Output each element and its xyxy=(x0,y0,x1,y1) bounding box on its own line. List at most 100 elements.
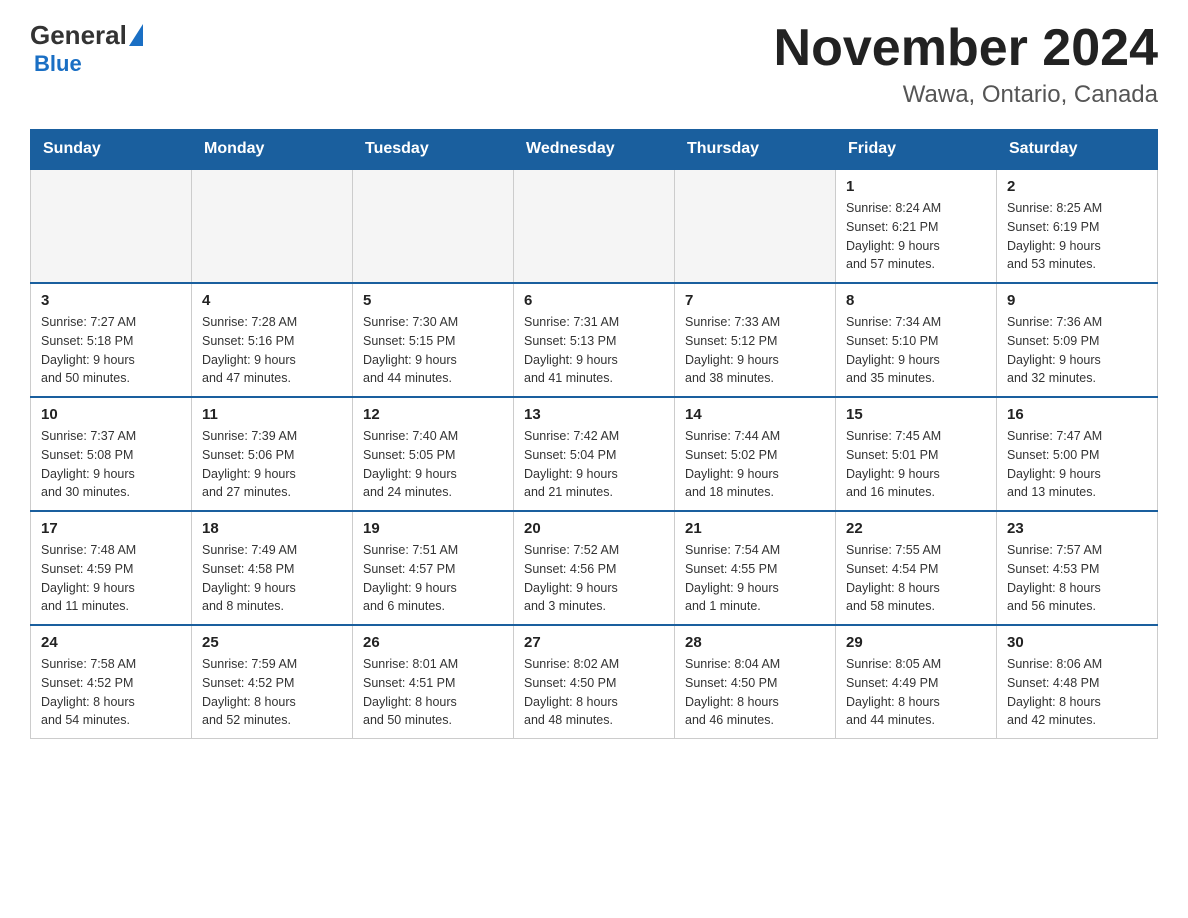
calendar-day-header: Tuesday xyxy=(353,130,514,170)
day-number: 29 xyxy=(846,634,986,651)
day-info: Sunrise: 8:04 AMSunset: 4:50 PMDaylight:… xyxy=(685,655,825,730)
day-info: Sunrise: 7:58 AMSunset: 4:52 PMDaylight:… xyxy=(41,655,181,730)
calendar-day-cell: 12 Sunrise: 7:40 AMSunset: 5:05 PMDayligh… xyxy=(353,397,514,511)
calendar-week-row: 24 Sunrise: 7:58 AMSunset: 4:52 PMDayligh… xyxy=(31,625,1158,739)
title-block: November 2024 Wawa, Ontario, Canada xyxy=(774,20,1158,109)
calendar-day-cell: 6 Sunrise: 7:31 AMSunset: 5:13 PMDaylight… xyxy=(514,283,675,397)
calendar-week-row: 17 Sunrise: 7:48 AMSunset: 4:59 PMDayligh… xyxy=(31,511,1158,625)
day-info: Sunrise: 7:54 AMSunset: 4:55 PMDaylight:… xyxy=(685,541,825,616)
day-info: Sunrise: 7:45 AMSunset: 5:01 PMDaylight:… xyxy=(846,427,986,502)
calendar-day-cell: 2Sunrise: 8:25 AMSunset: 6:19 PMDaylight… xyxy=(997,169,1158,283)
day-number: 18 xyxy=(202,520,342,537)
day-info: Sunrise: 7:36 AMSunset: 5:09 PMDaylight:… xyxy=(1007,313,1147,388)
calendar-day-cell: 7 Sunrise: 7:33 AMSunset: 5:12 PMDaylight… xyxy=(675,283,836,397)
day-number: 12 xyxy=(363,406,503,423)
logo: General Blue xyxy=(30,20,143,77)
calendar-day-cell: 10 Sunrise: 7:37 AMSunset: 5:08 PMDayligh… xyxy=(31,397,192,511)
calendar-day-cell: 18 Sunrise: 7:49 AMSunset: 4:58 PMDayligh… xyxy=(192,511,353,625)
calendar-day-cell xyxy=(514,169,675,283)
calendar-day-cell: 25Sunrise: 7:59 AMSunset: 4:52 PMDayligh… xyxy=(192,625,353,739)
day-number: 10 xyxy=(41,406,181,423)
calendar-week-row: 10 Sunrise: 7:37 AMSunset: 5:08 PMDayligh… xyxy=(31,397,1158,511)
calendar-day-header: Monday xyxy=(192,130,353,170)
calendar-day-cell: 20 Sunrise: 7:52 AMSunset: 4:56 PMDayligh… xyxy=(514,511,675,625)
calendar-day-header: Saturday xyxy=(997,130,1158,170)
logo-blue-text: Blue xyxy=(34,51,143,77)
logo-triangle-icon xyxy=(129,24,143,46)
day-info: Sunrise: 7:55 AMSunset: 4:54 PMDaylight:… xyxy=(846,541,986,616)
day-info: Sunrise: 7:28 AMSunset: 5:16 PMDaylight:… xyxy=(202,313,342,388)
day-number: 16 xyxy=(1007,406,1147,423)
calendar-day-cell: 28 Sunrise: 8:04 AMSunset: 4:50 PMDayligh… xyxy=(675,625,836,739)
calendar-day-cell: 15 Sunrise: 7:45 AMSunset: 5:01 PMDayligh… xyxy=(836,397,997,511)
calendar-day-cell: 22 Sunrise: 7:55 AMSunset: 4:54 PMDayligh… xyxy=(836,511,997,625)
day-info: Sunrise: 8:01 AMSunset: 4:51 PMDaylight:… xyxy=(363,655,503,730)
day-number: 13 xyxy=(524,406,664,423)
calendar-day-cell xyxy=(192,169,353,283)
day-info: Sunrise: 7:42 AMSunset: 5:04 PMDaylight:… xyxy=(524,427,664,502)
calendar-week-row: 3 Sunrise: 7:27 AMSunset: 5:18 PMDaylight… xyxy=(31,283,1158,397)
page-title: November 2024 xyxy=(774,20,1158,77)
day-number: 4 xyxy=(202,292,342,309)
day-number: 28 xyxy=(685,634,825,651)
day-number: 26 xyxy=(363,634,503,651)
day-number: 7 xyxy=(685,292,825,309)
page-header: General Blue November 2024 Wawa, Ontario… xyxy=(30,20,1158,109)
day-number: 22 xyxy=(846,520,986,537)
day-number: 11 xyxy=(202,406,342,423)
day-info: Sunrise: 7:51 AMSunset: 4:57 PMDaylight:… xyxy=(363,541,503,616)
day-info: Sunrise: 7:52 AMSunset: 4:56 PMDaylight:… xyxy=(524,541,664,616)
day-info: Sunrise: 7:27 AMSunset: 5:18 PMDaylight:… xyxy=(41,313,181,388)
calendar-week-row: 1Sunrise: 8:24 AMSunset: 6:21 PMDaylight… xyxy=(31,169,1158,283)
calendar-day-cell: 5Sunrise: 7:30 AMSunset: 5:15 PMDaylight… xyxy=(353,283,514,397)
calendar-day-cell: 9Sunrise: 7:36 AMSunset: 5:09 PMDaylight… xyxy=(997,283,1158,397)
page-subtitle: Wawa, Ontario, Canada xyxy=(774,81,1158,109)
calendar-header-row: SundayMondayTuesdayWednesdayThursdayFrid… xyxy=(31,130,1158,170)
calendar-day-header: Thursday xyxy=(675,130,836,170)
day-info: Sunrise: 7:33 AMSunset: 5:12 PMDaylight:… xyxy=(685,313,825,388)
day-number: 20 xyxy=(524,520,664,537)
calendar-day-cell: 21 Sunrise: 7:54 AMSunset: 4:55 PMDayligh… xyxy=(675,511,836,625)
day-info: Sunrise: 7:40 AMSunset: 5:05 PMDaylight:… xyxy=(363,427,503,502)
calendar-day-cell: 14Sunrise: 7:44 AMSunset: 5:02 PMDayligh… xyxy=(675,397,836,511)
day-info: Sunrise: 8:06 AMSunset: 4:48 PMDaylight:… xyxy=(1007,655,1147,730)
day-number: 2 xyxy=(1007,178,1147,195)
calendar-day-header: Sunday xyxy=(31,130,192,170)
day-number: 15 xyxy=(846,406,986,423)
calendar-day-cell xyxy=(31,169,192,283)
day-number: 17 xyxy=(41,520,181,537)
day-number: 25 xyxy=(202,634,342,651)
day-number: 8 xyxy=(846,292,986,309)
day-info: Sunrise: 7:31 AMSunset: 5:13 PMDaylight:… xyxy=(524,313,664,388)
day-number: 6 xyxy=(524,292,664,309)
calendar-day-cell: 30Sunrise: 8:06 AMSunset: 4:48 PMDayligh… xyxy=(997,625,1158,739)
day-number: 27 xyxy=(524,634,664,651)
calendar-day-cell: 24 Sunrise: 7:58 AMSunset: 4:52 PMDayligh… xyxy=(31,625,192,739)
calendar-day-cell xyxy=(353,169,514,283)
day-info: Sunrise: 7:47 AMSunset: 5:00 PMDaylight:… xyxy=(1007,427,1147,502)
day-info: Sunrise: 7:49 AMSunset: 4:58 PMDaylight:… xyxy=(202,541,342,616)
day-number: 1 xyxy=(846,178,986,195)
calendar-day-cell: 13 Sunrise: 7:42 AMSunset: 5:04 PMDayligh… xyxy=(514,397,675,511)
calendar-day-cell: 17 Sunrise: 7:48 AMSunset: 4:59 PMDayligh… xyxy=(31,511,192,625)
calendar-day-cell: 23 Sunrise: 7:57 AMSunset: 4:53 PMDayligh… xyxy=(997,511,1158,625)
calendar-day-header: Wednesday xyxy=(514,130,675,170)
day-info: Sunrise: 8:05 AMSunset: 4:49 PMDaylight:… xyxy=(846,655,986,730)
day-info: Sunrise: 7:37 AMSunset: 5:08 PMDaylight:… xyxy=(41,427,181,502)
calendar-day-cell: 8 Sunrise: 7:34 AMSunset: 5:10 PMDaylight… xyxy=(836,283,997,397)
calendar-day-cell xyxy=(675,169,836,283)
calendar-day-header: Friday xyxy=(836,130,997,170)
calendar-day-cell: 16 Sunrise: 7:47 AMSunset: 5:00 PMDayligh… xyxy=(997,397,1158,511)
day-number: 14 xyxy=(685,406,825,423)
calendar-day-cell: 11Sunrise: 7:39 AMSunset: 5:06 PMDayligh… xyxy=(192,397,353,511)
day-info: Sunrise: 7:57 AMSunset: 4:53 PMDaylight:… xyxy=(1007,541,1147,616)
day-info: Sunrise: 7:34 AMSunset: 5:10 PMDaylight:… xyxy=(846,313,986,388)
day-number: 3 xyxy=(41,292,181,309)
day-number: 21 xyxy=(685,520,825,537)
day-number: 23 xyxy=(1007,520,1147,537)
day-number: 24 xyxy=(41,634,181,651)
calendar-day-cell: 4 Sunrise: 7:28 AMSunset: 5:16 PMDaylight… xyxy=(192,283,353,397)
day-number: 19 xyxy=(363,520,503,537)
day-number: 5 xyxy=(363,292,503,309)
day-info: Sunrise: 7:48 AMSunset: 4:59 PMDaylight:… xyxy=(41,541,181,616)
